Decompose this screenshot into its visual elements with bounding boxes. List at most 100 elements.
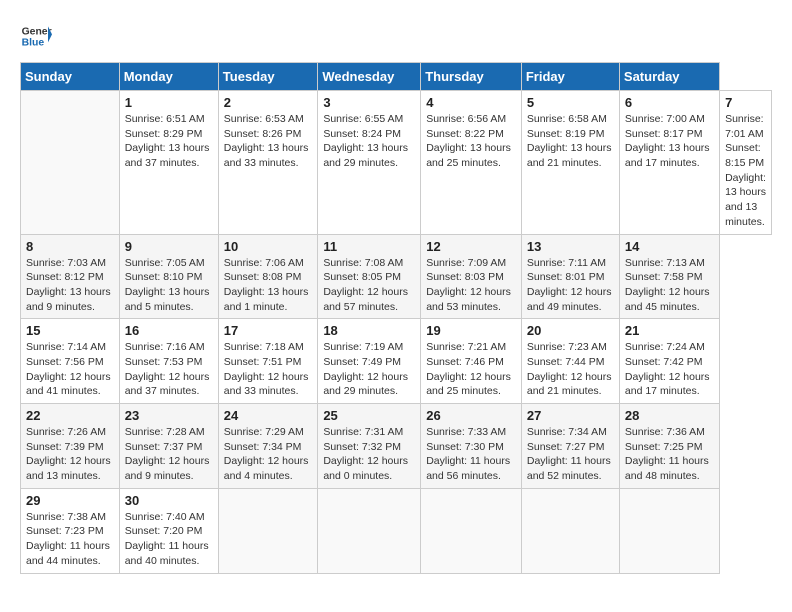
day-info: Sunrise: 7:36 AMSunset: 7:25 PMDaylight:… xyxy=(625,425,714,484)
calendar-week-row: 15 Sunrise: 7:14 AMSunset: 7:56 PMDayligh… xyxy=(21,319,772,404)
calendar-week-row: 8 Sunrise: 7:03 AMSunset: 8:12 PMDaylight… xyxy=(21,234,772,319)
day-number: 5 xyxy=(527,95,614,110)
day-info: Sunrise: 7:23 AMSunset: 7:44 PMDaylight:… xyxy=(527,340,614,399)
day-of-week-header: Monday xyxy=(119,63,218,91)
calendar-cell: 30 Sunrise: 7:40 AMSunset: 7:20 PMDayligh… xyxy=(119,488,218,573)
calendar-cell: 28 Sunrise: 7:36 AMSunset: 7:25 PMDayligh… xyxy=(619,404,719,489)
day-of-week-header: Tuesday xyxy=(218,63,318,91)
day-info: Sunrise: 7:05 AMSunset: 8:10 PMDaylight:… xyxy=(125,256,213,315)
page-header: General Blue xyxy=(20,20,772,52)
calendar-cell: 6 Sunrise: 7:00 AMSunset: 8:17 PMDaylight… xyxy=(619,91,719,235)
day-info: Sunrise: 6:56 AMSunset: 8:22 PMDaylight:… xyxy=(426,112,516,171)
day-number: 27 xyxy=(527,408,614,423)
day-number: 2 xyxy=(224,95,313,110)
day-number: 28 xyxy=(625,408,714,423)
day-number: 30 xyxy=(125,493,213,508)
calendar-cell: 27 Sunrise: 7:34 AMSunset: 7:27 PMDayligh… xyxy=(521,404,619,489)
calendar-week-row: 29Sunrise: 7:38 AMSunset: 7:23 PMDayligh… xyxy=(21,488,772,573)
day-number: 21 xyxy=(625,323,714,338)
calendar-cell: 9 Sunrise: 7:05 AMSunset: 8:10 PMDaylight… xyxy=(119,234,218,319)
day-number: 18 xyxy=(323,323,415,338)
calendar-cell xyxy=(421,488,522,573)
day-info: Sunrise: 6:53 AMSunset: 8:26 PMDaylight:… xyxy=(224,112,313,171)
day-info: Sunrise: 6:58 AMSunset: 8:19 PMDaylight:… xyxy=(527,112,614,171)
svg-text:Blue: Blue xyxy=(22,38,45,49)
day-number: 10 xyxy=(224,239,313,254)
calendar-cell: 17Sunrise: 7:18 AMSunset: 7:51 PMDayligh… xyxy=(218,319,318,404)
day-of-week-header: Sunday xyxy=(21,63,120,91)
day-of-week-header: Friday xyxy=(521,63,619,91)
day-info: Sunrise: 7:01 AMSunset: 8:15 PMDaylight:… xyxy=(725,112,766,230)
day-info: Sunrise: 7:09 AMSunset: 8:03 PMDaylight:… xyxy=(426,256,516,315)
day-number: 1 xyxy=(125,95,213,110)
day-info: Sunrise: 7:28 AMSunset: 7:37 PMDaylight:… xyxy=(125,425,213,484)
day-of-week-header: Thursday xyxy=(421,63,522,91)
day-number: 15 xyxy=(26,323,114,338)
calendar-cell xyxy=(21,91,120,235)
day-info: Sunrise: 7:21 AMSunset: 7:46 PMDaylight:… xyxy=(426,340,516,399)
day-info: Sunrise: 7:11 AMSunset: 8:01 PMDaylight:… xyxy=(527,256,614,315)
calendar-cell: 18 Sunrise: 7:19 AMSunset: 7:49 PMDayligh… xyxy=(318,319,421,404)
calendar-cell: 13 Sunrise: 7:11 AMSunset: 8:01 PMDayligh… xyxy=(521,234,619,319)
day-number: 22 xyxy=(26,408,114,423)
calendar-cell xyxy=(318,488,421,573)
calendar-cell: 8 Sunrise: 7:03 AMSunset: 8:12 PMDaylight… xyxy=(21,234,120,319)
calendar-week-row: 1 Sunrise: 6:51 AMSunset: 8:29 PMDaylight… xyxy=(21,91,772,235)
day-info: Sunrise: 7:40 AMSunset: 7:20 PMDaylight:… xyxy=(125,510,213,569)
day-number: 29 xyxy=(26,493,114,508)
day-number: 11 xyxy=(323,239,415,254)
calendar-cell: 15 Sunrise: 7:14 AMSunset: 7:56 PMDayligh… xyxy=(21,319,120,404)
day-number: 8 xyxy=(26,239,114,254)
day-number: 17 xyxy=(224,323,313,338)
day-number: 16 xyxy=(125,323,213,338)
day-info: Sunrise: 7:13 AMSunset: 7:58 PMDaylight:… xyxy=(625,256,714,315)
day-info: Sunrise: 7:29 AMSunset: 7:34 PMDaylight:… xyxy=(224,425,313,484)
day-info: Sunrise: 7:08 AMSunset: 8:05 PMDaylight:… xyxy=(323,256,415,315)
day-number: 3 xyxy=(323,95,415,110)
calendar-cell: 12Sunrise: 7:09 AMSunset: 8:03 PMDayligh… xyxy=(421,234,522,319)
calendar-cell: 22 Sunrise: 7:26 AMSunset: 7:39 PMDayligh… xyxy=(21,404,120,489)
calendar-cell: 25Sunrise: 7:31 AMSunset: 7:32 PMDayligh… xyxy=(318,404,421,489)
day-number: 14 xyxy=(625,239,714,254)
calendar-cell: 3 Sunrise: 6:55 AMSunset: 8:24 PMDaylight… xyxy=(318,91,421,235)
day-number: 13 xyxy=(527,239,614,254)
day-number: 26 xyxy=(426,408,516,423)
calendar-week-row: 22 Sunrise: 7:26 AMSunset: 7:39 PMDayligh… xyxy=(21,404,772,489)
calendar-header-row: SundayMondayTuesdayWednesdayThursdayFrid… xyxy=(21,63,772,91)
calendar-cell xyxy=(619,488,719,573)
day-number: 23 xyxy=(125,408,213,423)
day-number: 6 xyxy=(625,95,714,110)
day-info: Sunrise: 7:34 AMSunset: 7:27 PMDaylight:… xyxy=(527,425,614,484)
day-info: Sunrise: 7:16 AMSunset: 7:53 PMDaylight:… xyxy=(125,340,213,399)
day-info: Sunrise: 7:06 AMSunset: 8:08 PMDaylight:… xyxy=(224,256,313,315)
day-number: 20 xyxy=(527,323,614,338)
calendar-cell xyxy=(521,488,619,573)
day-number: 25 xyxy=(323,408,415,423)
calendar-cell: 21 Sunrise: 7:24 AMSunset: 7:42 PMDayligh… xyxy=(619,319,719,404)
calendar-cell: 11 Sunrise: 7:08 AMSunset: 8:05 PMDayligh… xyxy=(318,234,421,319)
day-of-week-header: Wednesday xyxy=(318,63,421,91)
day-of-week-header: Saturday xyxy=(619,63,719,91)
calendar-cell xyxy=(218,488,318,573)
day-info: Sunrise: 6:51 AMSunset: 8:29 PMDaylight:… xyxy=(125,112,213,171)
calendar-table: SundayMondayTuesdayWednesdayThursdayFrid… xyxy=(20,62,772,574)
day-info: Sunrise: 7:26 AMSunset: 7:39 PMDaylight:… xyxy=(26,425,114,484)
day-number: 4 xyxy=(426,95,516,110)
day-number: 9 xyxy=(125,239,213,254)
svg-text:General: General xyxy=(22,26,52,37)
calendar-cell: 23 Sunrise: 7:28 AMSunset: 7:37 PMDayligh… xyxy=(119,404,218,489)
calendar-cell: 19Sunrise: 7:21 AMSunset: 7:46 PMDayligh… xyxy=(421,319,522,404)
calendar-cell: 14 Sunrise: 7:13 AMSunset: 7:58 PMDayligh… xyxy=(619,234,719,319)
calendar-cell: 29Sunrise: 7:38 AMSunset: 7:23 PMDayligh… xyxy=(21,488,120,573)
day-info: Sunrise: 7:00 AMSunset: 8:17 PMDaylight:… xyxy=(625,112,714,171)
day-number: 24 xyxy=(224,408,313,423)
day-info: Sunrise: 7:14 AMSunset: 7:56 PMDaylight:… xyxy=(26,340,114,399)
day-info: Sunrise: 7:24 AMSunset: 7:42 PMDaylight:… xyxy=(625,340,714,399)
day-info: Sunrise: 7:03 AMSunset: 8:12 PMDaylight:… xyxy=(26,256,114,315)
calendar-cell: 20 Sunrise: 7:23 AMSunset: 7:44 PMDayligh… xyxy=(521,319,619,404)
calendar-cell: 2 Sunrise: 6:53 AMSunset: 8:26 PMDaylight… xyxy=(218,91,318,235)
day-info: Sunrise: 7:19 AMSunset: 7:49 PMDaylight:… xyxy=(323,340,415,399)
day-info: Sunrise: 6:55 AMSunset: 8:24 PMDaylight:… xyxy=(323,112,415,171)
logo-icon: General Blue xyxy=(20,20,52,52)
calendar-cell: 16 Sunrise: 7:16 AMSunset: 7:53 PMDayligh… xyxy=(119,319,218,404)
